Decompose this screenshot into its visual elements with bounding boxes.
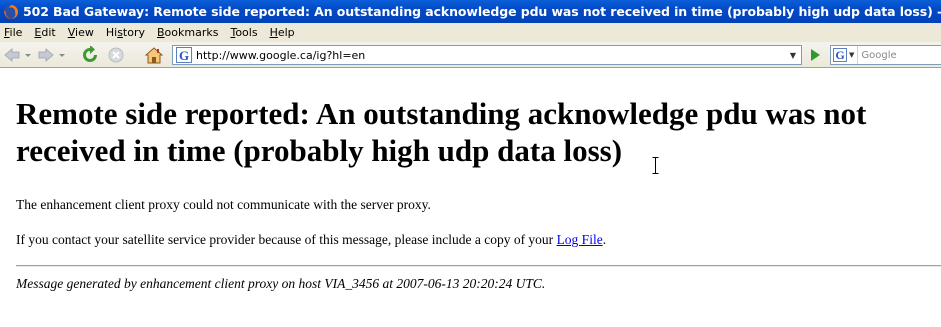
contact-text: If you contact your satellite service pr… xyxy=(16,232,557,247)
log-file-link[interactable]: Log File xyxy=(557,232,603,247)
reload-icon xyxy=(83,46,97,62)
menu-bookmarks[interactable]: Bookmarks xyxy=(151,23,224,42)
menu-view[interactable]: View xyxy=(62,23,100,42)
menu-history[interactable]: History xyxy=(100,23,151,42)
search-bar[interactable]: G ▼ xyxy=(830,45,941,65)
page-heading: Remote side reported: An outstanding ack… xyxy=(16,96,867,168)
home-button[interactable] xyxy=(143,46,165,64)
chevron-down-icon: ▼ xyxy=(849,51,855,59)
menu-bar: File Edit View History Bookmarks Tools Help xyxy=(0,23,941,42)
search-input[interactable] xyxy=(858,49,939,61)
horizontal-rule xyxy=(16,265,941,267)
menu-edit[interactable]: Edit xyxy=(28,23,61,42)
url-bar[interactable]: G http://www.google.ca/ig?hl=en ▼ xyxy=(172,45,802,65)
generated-message: Message generated by enhancement client … xyxy=(16,276,546,291)
forward-icon xyxy=(38,48,65,62)
menu-file[interactable]: File xyxy=(0,23,28,42)
forward-button[interactable] xyxy=(37,46,69,64)
home-icon xyxy=(145,46,163,63)
contact-instructions: If you contact your satellite service pr… xyxy=(16,232,606,248)
firefox-icon xyxy=(4,4,18,19)
contact-text-end: . xyxy=(602,232,607,247)
menu-help[interactable]: Help xyxy=(264,23,301,42)
reload-button[interactable] xyxy=(80,46,100,64)
go-arrow-icon xyxy=(811,49,820,61)
back-icon xyxy=(4,48,31,62)
menu-tools[interactable]: Tools xyxy=(224,23,263,42)
google-engine-icon: G xyxy=(833,48,847,62)
google-favicon-icon: G xyxy=(176,47,192,63)
url-text[interactable]: http://www.google.ca/ig?hl=en xyxy=(196,49,365,62)
stop-icon xyxy=(108,47,124,63)
navigation-toolbar: G http://www.google.ca/ig?hl=en ▼ G ▼ xyxy=(0,42,941,68)
window-title: 502 Bad Gateway: Remote side reported: A… xyxy=(23,4,941,19)
go-button[interactable] xyxy=(806,46,824,64)
stop-button[interactable] xyxy=(106,46,126,64)
window-titlebar[interactable]: 502 Bad Gateway: Remote side reported: A… xyxy=(0,0,941,23)
error-description: The enhancement client proxy could not c… xyxy=(16,197,431,212)
search-engine-selector[interactable]: G ▼ xyxy=(831,46,859,64)
url-history-dropdown-icon[interactable]: ▼ xyxy=(785,46,801,64)
page-content: Remote side reported: An outstanding ack… xyxy=(0,69,941,327)
back-button[interactable] xyxy=(3,46,35,64)
